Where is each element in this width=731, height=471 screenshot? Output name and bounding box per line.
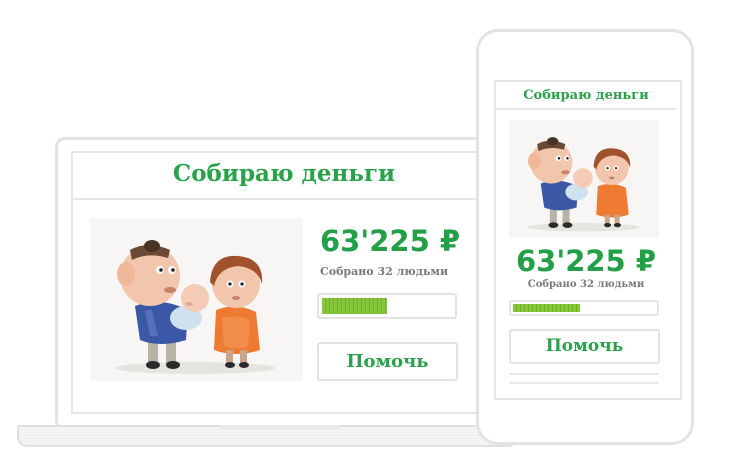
phone-progress-bar	[509, 300, 659, 316]
laptop-page-title: Собираю деньги	[172, 160, 396, 187]
family-illustration	[509, 120, 659, 238]
family-illustration	[90, 218, 303, 381]
phone-content-line	[509, 373, 659, 375]
laptop-help-button[interactable]: Помочь	[317, 342, 458, 381]
phone-amount: 63'225 ₽	[515, 244, 657, 278]
phone-content-line	[509, 382, 659, 384]
laptop-amount: 63'225 ₽	[320, 224, 461, 258]
phone-progress-fill	[513, 304, 580, 312]
laptop-divider	[73, 198, 495, 200]
phone-page-title: Собираю деньги	[523, 88, 649, 103]
laptop-progress-fill	[322, 298, 387, 314]
laptop-collected-count: Собрано 32 людьми	[320, 265, 449, 278]
phone-divider	[496, 108, 676, 110]
laptop-progress-bar	[317, 293, 457, 319]
phone-help-button[interactable]: Помочь	[509, 329, 660, 364]
phone-collected-count: Собрано 32 людьми	[527, 279, 645, 290]
laptop-notch	[220, 425, 340, 430]
